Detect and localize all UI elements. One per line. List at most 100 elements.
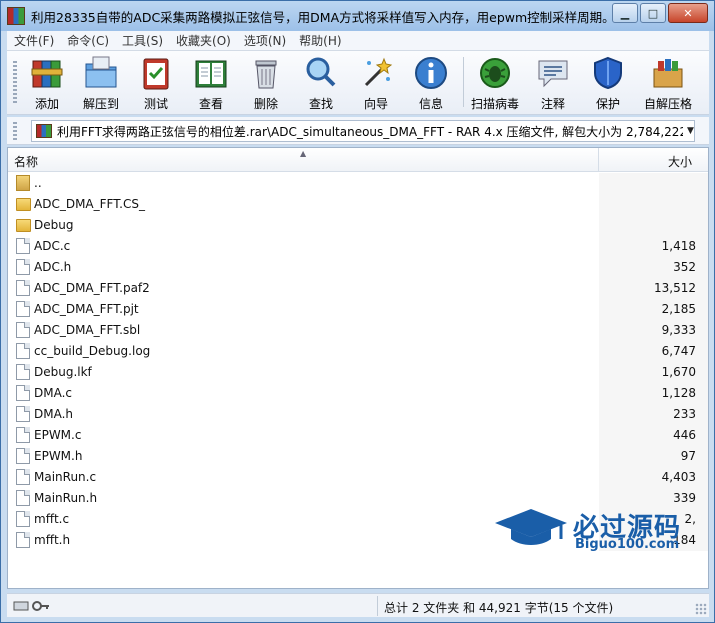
minimize-icon: ▁ bbox=[620, 6, 630, 20]
file-row[interactable]: DMA.h 233 bbox=[8, 404, 708, 425]
archive-path: 利用FFT求得两路正弦信号的相位差.rar\ADC_simultaneous_D… bbox=[57, 124, 683, 139]
maximize-button[interactable]: □ bbox=[640, 3, 666, 23]
file-icon bbox=[16, 448, 30, 464]
window-controls: ▁ □ ✕ bbox=[610, 3, 708, 23]
file-icon bbox=[16, 280, 30, 296]
close-icon: ✕ bbox=[683, 6, 693, 20]
window-title: 利用28335自带的ADC采集两路模拟正弦信号，用DMA方式将采样值写入内存，用… bbox=[31, 9, 626, 25]
close-button[interactable]: ✕ bbox=[668, 3, 708, 23]
file-icon bbox=[16, 322, 30, 338]
file-icon bbox=[16, 532, 30, 548]
file-row[interactable]: MainRun.c 4,403 bbox=[8, 467, 708, 488]
file-name: mfft.c bbox=[34, 512, 70, 526]
file-name: DMA.c bbox=[34, 386, 73, 400]
drive-key-icons[interactable] bbox=[13, 600, 51, 612]
file-name: .. bbox=[34, 176, 42, 190]
wizard-label: 向导 bbox=[363, 97, 388, 111]
file-row[interactable]: ADC.c 1,418 bbox=[8, 236, 708, 257]
file-row[interactable]: EPWM.h 97 bbox=[8, 446, 708, 467]
file-icon bbox=[16, 385, 30, 401]
file-row[interactable]: ADC.h 352 bbox=[8, 257, 708, 278]
file-rows: .. ADC_DMA_FFT.CS_ Debug ADC.c 1,418 ADC.h 352… bbox=[8, 173, 708, 551]
status-bar: 总计 2 文件夹 和 44,921 字节(15 个文件) bbox=[7, 593, 709, 617]
view-button[interactable]: 查看 bbox=[185, 55, 237, 111]
column-name-header[interactable]: 名称 bbox=[14, 153, 38, 170]
file-row[interactable]: ADC_DMA_FFT.CS_ bbox=[8, 194, 708, 215]
find-button[interactable]: 查找 bbox=[295, 55, 347, 111]
size-column-cell bbox=[599, 194, 708, 215]
file-row[interactable]: Debug bbox=[8, 215, 708, 236]
info-icon bbox=[413, 55, 449, 91]
file-size: 1,128 bbox=[661, 386, 696, 400]
menu-options[interactable]: 选项(N) bbox=[237, 32, 292, 49]
magnifier-icon bbox=[303, 55, 339, 91]
extract-folder-icon bbox=[83, 55, 119, 91]
menu-help[interactable]: 帮助(H) bbox=[292, 32, 347, 49]
resize-grip[interactable] bbox=[695, 603, 707, 615]
file-icon bbox=[16, 490, 30, 506]
file-row[interactable]: DMA.c 1,128 bbox=[8, 383, 708, 404]
file-size: 6,747 bbox=[661, 344, 696, 358]
test-clipboard-icon bbox=[138, 55, 174, 91]
sfx-box-icon bbox=[650, 55, 686, 91]
minimize-button[interactable]: ▁ bbox=[612, 3, 638, 23]
list-header: 名称 ▲ 大小 bbox=[8, 148, 708, 172]
file-row[interactable]: EPWM.c 446 bbox=[8, 425, 708, 446]
file-row[interactable]: ADC_DMA_FFT.pjt 2,185 bbox=[8, 299, 708, 320]
menu-favorites[interactable]: 收藏夹(O) bbox=[169, 32, 237, 49]
file-icon bbox=[16, 259, 30, 275]
extract-to-button[interactable]: 解压到 bbox=[75, 55, 127, 111]
file-size: 1,670 bbox=[661, 365, 696, 379]
file-name: Debug.lkf bbox=[34, 365, 92, 379]
comment-label: 注释 bbox=[540, 97, 565, 111]
column-divider[interactable] bbox=[598, 148, 599, 172]
virus-scan-button[interactable]: 扫描病毒 bbox=[469, 55, 521, 111]
add-button[interactable]: 添加 bbox=[21, 55, 73, 111]
file-size: 1,418 bbox=[661, 239, 696, 253]
sfx-button[interactable]: 自解压格 bbox=[637, 55, 699, 111]
trash-icon bbox=[248, 55, 284, 91]
info-button[interactable]: 信息 bbox=[405, 55, 457, 111]
delete-button[interactable]: 删除 bbox=[240, 55, 292, 111]
menu-command[interactable]: 命令(C) bbox=[60, 32, 115, 49]
wizard-button[interactable]: 向导 bbox=[350, 55, 402, 111]
column-size-header[interactable]: 大小 bbox=[668, 153, 692, 170]
title-bar[interactable]: 利用28335自带的ADC采集两路模拟正弦信号，用DMA方式将采样值写入内存，用… bbox=[1, 1, 714, 31]
address-field[interactable]: 利用FFT求得两路正弦信号的相位差.rar\ADC_simultaneous_D… bbox=[31, 120, 695, 142]
comment-icon bbox=[535, 55, 571, 91]
size-column-cell bbox=[599, 173, 708, 194]
chevron-down-icon[interactable]: ▼ bbox=[687, 126, 694, 136]
file-row[interactable]: ADC_DMA_FFT.paf2 13,512 bbox=[8, 278, 708, 299]
file-row[interactable]: .. bbox=[8, 173, 708, 194]
address-grip[interactable] bbox=[13, 122, 17, 140]
extract-to-label: 解压到 bbox=[82, 97, 119, 111]
toolbar-grip[interactable] bbox=[13, 61, 17, 105]
file-name: MainRun.h bbox=[34, 491, 98, 505]
menu-bar: 文件(F) 命令(C) 工具(S) 收藏夹(O) 选项(N) 帮助(H) bbox=[7, 31, 709, 51]
comment-button[interactable]: 注释 bbox=[527, 55, 579, 111]
test-label: 测试 bbox=[143, 97, 168, 111]
menu-file[interactable]: 文件(F) bbox=[7, 32, 60, 49]
file-icon bbox=[16, 364, 30, 380]
file-row[interactable]: ADC_DMA_FFT.sbl 9,333 bbox=[8, 320, 708, 341]
file-name: cc_build_Debug.log bbox=[34, 344, 151, 358]
winrar-window: 利用28335自带的ADC采集两路模拟正弦信号，用DMA方式将采样值写入内存，用… bbox=[0, 0, 715, 623]
file-name: EPWM.c bbox=[34, 428, 82, 442]
file-icon bbox=[16, 511, 30, 527]
protect-button[interactable]: 保护 bbox=[582, 55, 634, 111]
protect-label: 保护 bbox=[595, 97, 620, 111]
virus-scan-label: 扫描病毒 bbox=[470, 97, 519, 111]
toolbar: 添加 解压到 测试 查看 删除 查找 向导 信息 扫描病毒 注释 保护 自解压格 bbox=[7, 51, 709, 115]
virus-scan-icon bbox=[477, 55, 513, 91]
winrar-app-icon[interactable] bbox=[7, 7, 25, 25]
sort-ascending-icon: ▲ bbox=[300, 149, 307, 158]
find-label: 查找 bbox=[308, 97, 333, 111]
file-icon bbox=[16, 469, 30, 485]
menu-tools[interactable]: 工具(S) bbox=[115, 32, 169, 49]
file-row[interactable]: Debug.lkf 1,670 bbox=[8, 362, 708, 383]
view-book-icon bbox=[193, 55, 229, 91]
file-row[interactable]: cc_build_Debug.log 6,747 bbox=[8, 341, 708, 362]
add-label: 添加 bbox=[34, 97, 59, 111]
test-button[interactable]: 测试 bbox=[130, 55, 182, 111]
folder-icon bbox=[16, 219, 31, 232]
